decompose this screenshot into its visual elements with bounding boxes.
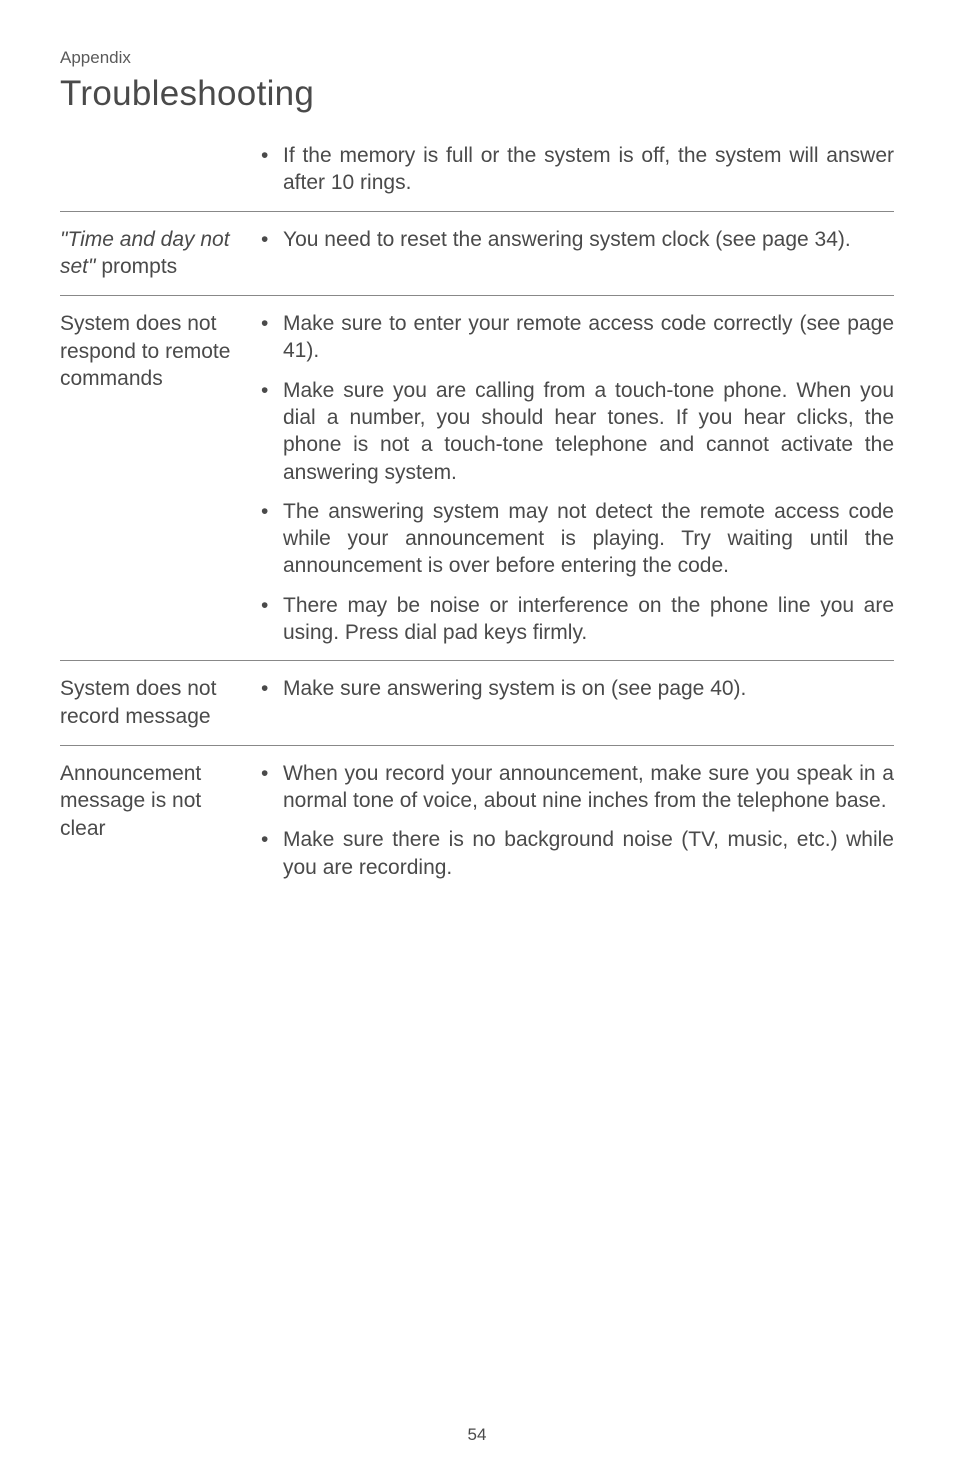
list-item: Make sure you are calling from a touch-t… bbox=[257, 377, 894, 486]
row-label bbox=[60, 142, 257, 197]
row-content: You need to reset the answering system c… bbox=[257, 226, 894, 281]
row-label: System does not record message bbox=[60, 675, 257, 730]
row-label: "Time and day not set" prompts bbox=[60, 226, 257, 281]
list-item: If the memory is full or the system is o… bbox=[257, 142, 894, 197]
row-content: Make sure to enter your remote access co… bbox=[257, 310, 894, 646]
list-item: When you record your announcement, make … bbox=[257, 760, 894, 815]
list-item: You need to reset the answering system c… bbox=[257, 226, 894, 253]
troubleshooting-row: If the memory is full or the system is o… bbox=[60, 142, 894, 211]
row-content: If the memory is full or the system is o… bbox=[257, 142, 894, 197]
row-label-plain: System does not record message bbox=[60, 677, 216, 728]
row-label-plain: Announcement message is not clear bbox=[60, 762, 201, 840]
troubleshooting-row: System does not respond to remote comman… bbox=[60, 295, 894, 660]
troubleshooting-row: System does not record message Make sure… bbox=[60, 660, 894, 744]
row-content: Make sure answering system is on (see pa… bbox=[257, 675, 894, 730]
page-number: 54 bbox=[0, 1425, 954, 1445]
row-content: When you record your announcement, make … bbox=[257, 760, 894, 881]
row-label-plain: prompts bbox=[101, 255, 177, 278]
troubleshooting-row: Announcement message is not clear When y… bbox=[60, 745, 894, 895]
list-item: Make sure answering system is on (see pa… bbox=[257, 675, 894, 702]
row-label-plain: System does not respond to remote comman… bbox=[60, 312, 230, 390]
row-label: System does not respond to remote comman… bbox=[60, 310, 257, 646]
list-item: Make sure to enter your remote access co… bbox=[257, 310, 894, 365]
section-header: Appendix bbox=[60, 48, 894, 68]
page-title: Troubleshooting bbox=[60, 74, 894, 114]
list-item: There may be noise or interference on th… bbox=[257, 592, 894, 647]
troubleshooting-row: "Time and day not set" prompts You need … bbox=[60, 211, 894, 295]
list-item: The answering system may not detect the … bbox=[257, 498, 894, 580]
row-label: Announcement message is not clear bbox=[60, 760, 257, 881]
list-item: Make sure there is no background noise (… bbox=[257, 826, 894, 881]
